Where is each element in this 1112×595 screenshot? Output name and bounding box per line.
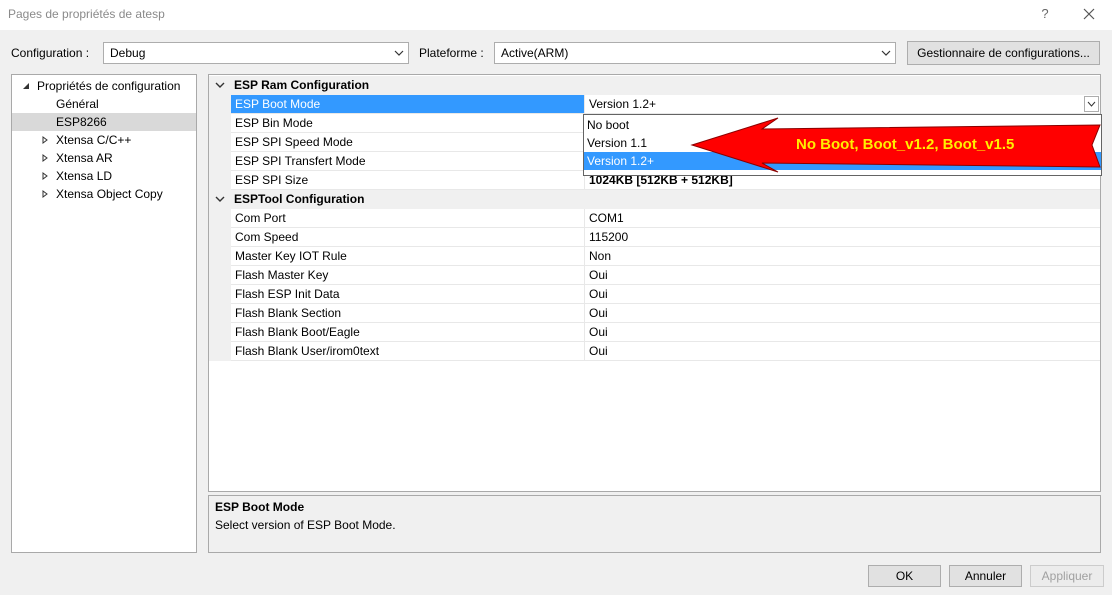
property-name: ESP SPI Size — [231, 171, 584, 190]
tree-item-label: Xtensa LD — [56, 169, 113, 183]
configuration-manager-button[interactable]: Gestionnaire de configurations... — [907, 41, 1100, 65]
close-icon — [1083, 8, 1095, 20]
description-panel: ESP Boot Mode Select version of ESP Boot… — [208, 495, 1101, 553]
category-label: ESP Ram Configuration — [234, 78, 370, 92]
cancel-button[interactable]: Annuler — [949, 565, 1022, 587]
description-title: ESP Boot Mode — [215, 500, 305, 514]
chevron-down-icon — [215, 196, 225, 202]
configuration-combo[interactable]: Debug — [103, 42, 409, 64]
expanded-triangle-icon — [23, 83, 29, 89]
tree-item-label: ESP8266 — [56, 115, 107, 129]
chevron-down-icon — [215, 82, 225, 88]
property-value[interactable]: 115200 — [584, 228, 1100, 247]
collapsed-triangle-icon — [42, 136, 48, 144]
tree-item-label: Xtensa C/C++ — [56, 133, 132, 147]
property-value[interactable]: Oui — [584, 342, 1100, 361]
property-row[interactable]: ESP Boot Mode Version 1.2+ — [209, 95, 1100, 114]
chevron-down-icon — [394, 50, 404, 56]
tree-root[interactable]: Propriétés de configuration — [12, 77, 196, 95]
property-row[interactable]: Com Speed 115200 — [209, 228, 1100, 247]
apply-button[interactable]: Appliquer — [1030, 565, 1104, 587]
property-name: Com Speed — [231, 228, 584, 247]
property-name: ESP SPI Speed Mode — [231, 133, 584, 152]
property-name: ESP Bin Mode — [231, 114, 584, 133]
platform-label: Plateforme : — [419, 46, 484, 60]
annotation-text: No Boot, Boot_v1.2, Boot_v1.5 — [796, 136, 1015, 153]
property-value-text: Version 1.2+ — [589, 97, 657, 111]
property-row[interactable]: Flash Blank Section Oui — [209, 304, 1100, 323]
property-row[interactable]: Com Port COM1 — [209, 209, 1100, 228]
property-name: Flash ESP Init Data — [231, 285, 584, 304]
property-row[interactable]: Flash Master Key Oui — [209, 266, 1100, 285]
close-button[interactable] — [1078, 4, 1100, 24]
value-dropdown-button[interactable] — [1084, 96, 1099, 112]
configuration-value: Debug — [110, 46, 146, 60]
window-title: Pages de propriétés de atesp — [8, 7, 165, 21]
tree-item-xtensa-ld[interactable]: Xtensa LD — [12, 167, 196, 185]
category-esp-ram[interactable]: ESP Ram Configuration — [209, 76, 1100, 95]
property-name: Master Key IOT Rule — [231, 247, 584, 266]
property-row[interactable]: Master Key IOT Rule Non — [209, 247, 1100, 266]
tree-item-xtensa-object-copy[interactable]: Xtensa Object Copy — [12, 185, 196, 203]
property-name: Flash Blank User/irom0text — [231, 342, 584, 361]
property-name: Com Port — [231, 209, 584, 228]
property-value[interactable]: Oui — [584, 285, 1100, 304]
tree-item-general[interactable]: Général — [12, 95, 196, 113]
property-value[interactable]: Oui — [584, 304, 1100, 323]
property-name: ESP SPI Transfert Mode — [231, 152, 584, 171]
property-name: Flash Blank Section — [231, 304, 584, 323]
property-row[interactable]: Flash Blank Boot/Eagle Oui — [209, 323, 1100, 342]
tree-item-label: Général — [56, 97, 99, 111]
category-label: ESPTool Configuration — [234, 192, 365, 206]
tree-item-xtensa-cpp[interactable]: Xtensa C/C++ — [12, 131, 196, 149]
tree-item-label: Xtensa AR — [56, 151, 113, 165]
description-text: Select version of ESP Boot Mode. — [215, 518, 396, 532]
tree-item-xtensa-ar[interactable]: Xtensa AR — [12, 149, 196, 167]
platform-value: Active(ARM) — [501, 46, 569, 60]
property-name: Flash Blank Boot/Eagle — [231, 323, 584, 342]
configuration-label: Configuration : — [11, 46, 90, 60]
chevron-down-icon — [1087, 101, 1096, 107]
property-row[interactable]: Flash ESP Init Data Oui — [209, 285, 1100, 304]
property-row[interactable]: Flash Blank User/irom0text Oui — [209, 342, 1100, 361]
ok-button[interactable]: OK — [868, 565, 941, 587]
tree-item-esp8266[interactable]: ESP8266 — [12, 113, 196, 131]
category-esptool[interactable]: ESPTool Configuration — [209, 190, 1100, 209]
collapsed-triangle-icon — [42, 190, 48, 198]
collapsed-triangle-icon — [42, 154, 48, 162]
platform-combo[interactable]: Active(ARM) — [494, 42, 896, 64]
property-value[interactable]: Oui — [584, 323, 1100, 342]
property-name: Flash Master Key — [231, 266, 584, 285]
title-bar: Pages de propriétés de atesp ? — [0, 0, 1112, 30]
tree-root-label: Propriétés de configuration — [37, 79, 181, 93]
config-tree[interactable]: Propriétés de configuration Général ESP8… — [11, 74, 197, 553]
property-value[interactable]: Non — [584, 247, 1100, 266]
property-value[interactable]: Oui — [584, 266, 1100, 285]
property-name: ESP Boot Mode — [231, 95, 584, 114]
help-button[interactable]: ? — [1038, 6, 1052, 21]
property-value[interactable]: Version 1.2+ — [584, 95, 1100, 114]
chevron-down-icon — [881, 50, 891, 56]
property-value[interactable]: COM1 — [584, 209, 1100, 228]
tree-item-label: Xtensa Object Copy — [56, 187, 163, 201]
collapsed-triangle-icon — [42, 172, 48, 180]
